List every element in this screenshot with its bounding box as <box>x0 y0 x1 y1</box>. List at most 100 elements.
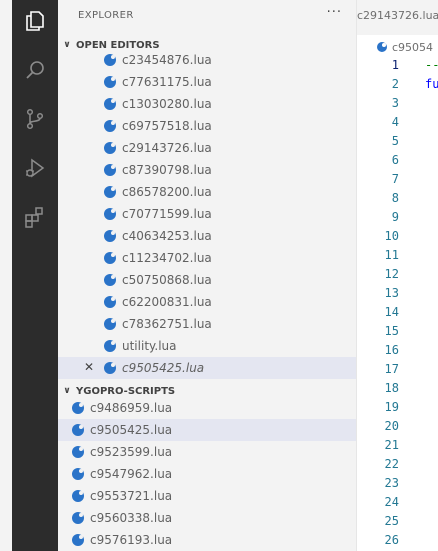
line-number: 14 <box>384 305 399 319</box>
line-number: 1 <box>391 58 399 72</box>
open-editor-item[interactable]: c70771599.lua <box>58 203 356 225</box>
open-editor-item[interactable]: c23454876.lua <box>58 49 356 71</box>
line-number: 12 <box>384 267 399 281</box>
more-actions-icon[interactable]: ··· <box>327 5 342 20</box>
file-name: c86578200.lua <box>122 185 212 199</box>
lua-file-icon <box>72 512 84 524</box>
lua-file-icon <box>104 274 116 286</box>
lua-file-icon <box>104 296 116 308</box>
source-control-button[interactable] <box>12 99 58 139</box>
file-name: c9547962.lua <box>90 467 173 481</box>
editor-tab-bar: c29143726.lua <box>357 0 438 35</box>
file-name: c13030280.lua <box>122 97 212 111</box>
line-number: 22 <box>384 457 399 471</box>
line-number: 19 <box>384 400 399 414</box>
source-control-icon <box>26 108 44 130</box>
file-name: c29143726.lua <box>122 141 212 155</box>
workspace-label: YGOPRO-SCRIPTS <box>76 385 176 397</box>
open-editor-item[interactable]: c86578200.lua <box>58 181 356 203</box>
extensions-button[interactable] <box>12 197 58 237</box>
open-editor-item[interactable]: c87390798.lua <box>58 159 356 181</box>
file-name: utility.lua <box>122 339 177 353</box>
line-number: 6 <box>391 153 399 167</box>
line-number: 11 <box>384 248 399 262</box>
file-name: c9505425.lua <box>122 361 205 375</box>
file-name: c9505425.lua <box>90 423 173 437</box>
line-number: 13 <box>384 286 399 300</box>
close-icon[interactable]: ✕ <box>84 360 94 374</box>
file-tree-item-selected[interactable]: c9505425.lua <box>58 419 356 441</box>
open-editor-item[interactable]: c50750868.lua <box>58 269 356 291</box>
lua-file-icon <box>72 490 84 502</box>
line-number: 7 <box>391 172 399 186</box>
open-editor-item[interactable]: c69757518.lua <box>58 115 356 137</box>
file-name: c9553721.lua <box>90 489 173 503</box>
line-number: 9 <box>391 210 399 224</box>
line-number: 16 <box>384 343 399 357</box>
open-editor-item[interactable]: c13030280.lua <box>58 93 356 115</box>
lua-file-icon <box>104 230 116 242</box>
files-icon <box>26 11 44 31</box>
file-tree-item[interactable]: c9523599.lua <box>58 441 356 463</box>
line-number: 18 <box>384 381 399 395</box>
file-tree-item[interactable]: c9576193.lua <box>58 529 356 551</box>
explorer-sidebar: EXPLORER ··· ∨ OPEN EDITORS c23454876.lu… <box>58 0 356 551</box>
explorer-title: EXPLORER <box>78 10 134 21</box>
file-name: c9576193.lua <box>90 533 173 547</box>
lua-file-icon <box>104 318 116 330</box>
editor-pane: c29143726.lua c95054 1 2 3 4 5 6 7 8 9 1… <box>356 0 438 551</box>
lua-file-icon <box>72 402 84 414</box>
lua-file-icon <box>104 164 116 176</box>
file-name: c9523599.lua <box>90 445 173 459</box>
lua-file-icon <box>104 362 116 374</box>
run-debug-button[interactable] <box>12 148 58 188</box>
file-name: c11234702.lua <box>122 251 212 265</box>
explorer-button[interactable] <box>12 1 58 41</box>
breadcrumb[interactable]: c95054 <box>377 38 433 56</box>
open-editor-item[interactable]: utility.lua <box>58 335 356 357</box>
line-number: 5 <box>391 134 399 148</box>
line-number: 25 <box>384 514 399 528</box>
open-editor-item[interactable]: c62200831.lua <box>58 291 356 313</box>
editor-tab[interactable]: c29143726.lua <box>357 9 438 22</box>
open-editor-item[interactable]: c40634253.lua <box>58 225 356 247</box>
open-editor-item[interactable]: c11234702.lua <box>58 247 356 269</box>
file-tree-item[interactable]: c9560338.lua <box>58 507 356 529</box>
lua-file-icon <box>104 98 116 110</box>
lua-file-icon <box>104 120 116 132</box>
file-name: c70771599.lua <box>122 207 212 221</box>
file-name: c77631175.lua <box>122 75 212 89</box>
file-tree-item[interactable]: c9553721.lua <box>58 485 356 507</box>
file-tree-item[interactable]: c9486959.lua <box>58 397 356 419</box>
search-button[interactable] <box>12 50 58 90</box>
lua-file-icon <box>72 534 84 546</box>
search-icon <box>26 61 44 79</box>
lua-file-icon <box>104 340 116 352</box>
line-number: 21 <box>384 438 399 452</box>
run-debug-icon <box>26 158 45 178</box>
line-number: 3 <box>391 96 399 110</box>
line-number: 10 <box>384 229 399 243</box>
open-editor-item[interactable]: c78362751.lua <box>58 313 356 335</box>
code-line-1[interactable]: -- <box>425 58 438 72</box>
activity-bar <box>12 0 58 551</box>
line-number: 24 <box>384 495 399 509</box>
line-number: 26 <box>384 533 399 547</box>
open-editor-item-active[interactable]: ✕ c9505425.lua <box>58 357 356 379</box>
file-name: c87390798.lua <box>122 163 212 177</box>
open-editor-item[interactable]: c77631175.lua <box>58 71 356 93</box>
file-tree-item[interactable]: c9547962.lua <box>58 463 356 485</box>
lua-file-icon <box>72 446 84 458</box>
lua-file-icon <box>72 468 84 480</box>
file-name: c23454876.lua <box>122 53 212 67</box>
line-number: 15 <box>384 324 399 338</box>
lua-file-icon <box>104 186 116 198</box>
lua-file-icon <box>104 142 116 154</box>
code-line-2[interactable]: fu <box>425 77 438 91</box>
open-editor-item[interactable]: c29143726.lua <box>58 137 356 159</box>
file-name: c40634253.lua <box>122 229 212 243</box>
line-number: 17 <box>384 362 399 376</box>
line-number: 2 <box>391 77 399 91</box>
file-name: c9560338.lua <box>90 511 173 525</box>
breadcrumb-file: c95054 <box>392 40 434 54</box>
